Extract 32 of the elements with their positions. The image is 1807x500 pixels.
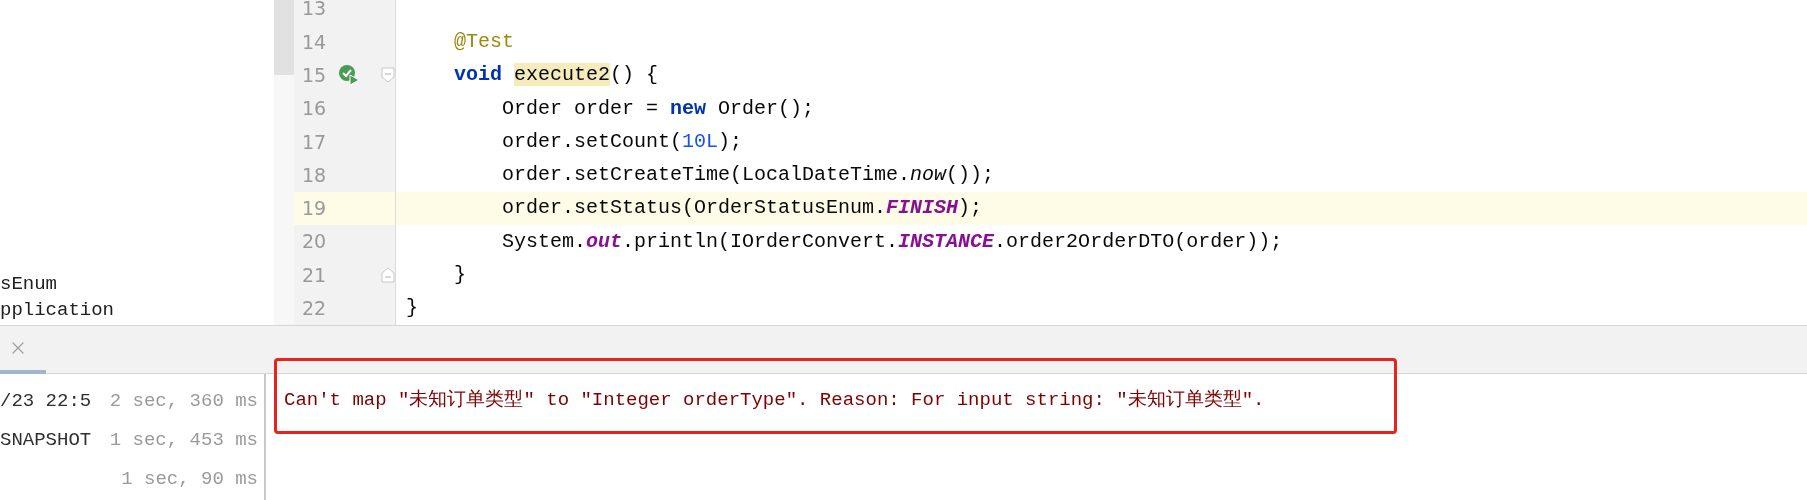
project-tree-item[interactable]: sEnum — [0, 272, 274, 296]
line-number: 14 — [302, 29, 328, 55]
code-line: order.setCount(10L); — [501, 128, 743, 155]
test-duration: 2 sec, 360 ms — [109, 389, 258, 415]
code-line: @Test — [453, 28, 515, 55]
line-number: 20 — [302, 229, 328, 255]
line-number: 21 — [302, 262, 328, 288]
line-number: 16 — [302, 96, 328, 122]
line-number: 13 — [302, 0, 328, 22]
active-tab-indicator — [0, 370, 46, 374]
console-error-message: Can't map "未知订单类型" to "Integer orderType". Reason: For input string: "未知订单类型". — [284, 389, 1265, 411]
line-number: 15 — [302, 63, 328, 88]
fold-start-icon[interactable] — [381, 67, 395, 84]
scrollbar-thumb[interactable] — [274, 0, 294, 75]
test-name[interactable]: /23 22:5 — [0, 387, 92, 416]
run-test-icon[interactable] — [337, 64, 360, 87]
code-line: order.setStatus(OrderStatusEnum.FINISH); — [501, 195, 983, 222]
line-number: 17 — [302, 129, 328, 155]
code-line: void execute2() { — [453, 62, 659, 89]
code-line: System.out.println(IOrderConvert.INSTANCE.order2OrderDTO(order)); — [501, 228, 1283, 255]
code-line: } — [453, 262, 466, 288]
line-number: 19 — [302, 196, 328, 222]
line-number: 22 — [302, 296, 328, 322]
test-name[interactable]: SNAPSHOT — [0, 426, 92, 455]
code-line: order.setCreateTime(LocalDateTime.now()); — [501, 162, 995, 189]
project-tree-item[interactable]: pplication — [0, 298, 274, 322]
code-line: } — [406, 295, 418, 322]
code-line: Order order = new Order(); — [501, 95, 815, 122]
fold-end-icon[interactable] — [381, 267, 395, 283]
line-number: 18 — [302, 162, 328, 188]
test-duration: 1 sec, 453 ms — [109, 428, 258, 454]
test-duration: 1 sec, 90 ms — [121, 467, 258, 493]
